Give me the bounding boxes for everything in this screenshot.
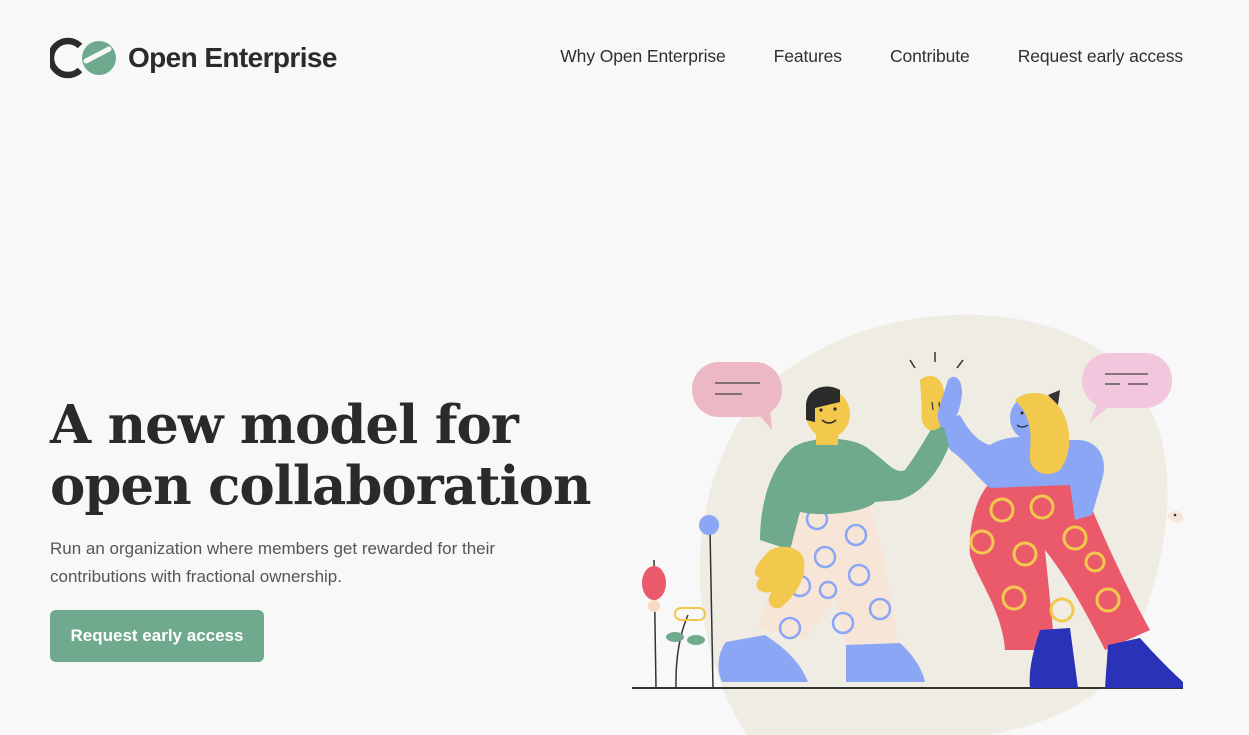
nav-request-early-access[interactable]: Request early access — [1018, 46, 1183, 67]
logo-mark-icon — [50, 37, 116, 79]
request-early-access-button[interactable]: Request early access — [50, 610, 264, 662]
nav-why-open-enterprise[interactable]: Why Open Enterprise — [560, 46, 726, 67]
main-nav: Why Open Enterprise Features Contribute … — [560, 46, 1183, 67]
hero-title: A new model for open collaboration — [50, 395, 610, 517]
hero-title-line-2: open collaboration — [50, 455, 592, 517]
high-five-illustration-icon — [632, 314, 1183, 735]
nav-features[interactable]: Features — [774, 46, 842, 67]
nav-contribute[interactable]: Contribute — [890, 46, 970, 67]
site-header: Open Enterprise Why Open Enterprise Feat… — [0, 0, 1249, 116]
logo-text: Open Enterprise — [128, 42, 337, 73]
hero-title-line-1: A new model for — [50, 394, 519, 456]
hero-subtitle: Run an organization where members get re… — [50, 539, 496, 586]
logo[interactable]: Open Enterprise — [50, 37, 337, 79]
page: Open Enterprise Why Open Enterprise Feat… — [0, 0, 1249, 735]
speech-bubble-left-icon — [692, 362, 782, 430]
